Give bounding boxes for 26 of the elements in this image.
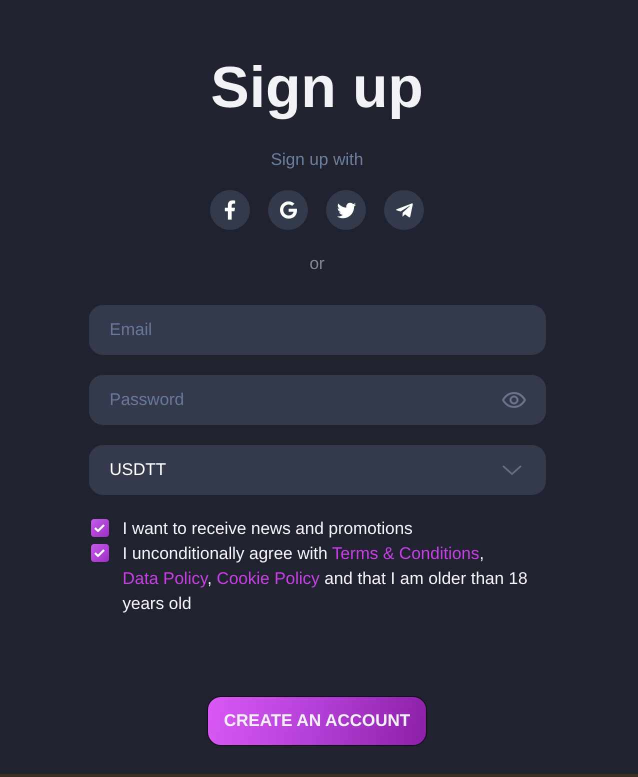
google-icon [280,201,296,219]
separator-text: or [309,253,325,275]
chevron-down-icon [502,465,522,475]
check-icon [94,549,105,557]
page-title: Sign up [210,54,424,122]
checkbox[interactable] [90,544,108,562]
consent-text: I unconditionally agree with Terms & Conditions, Data Policy, Cookie Policy and that I am older than 18 years old [122,543,529,615]
social-label: Sign up with [270,149,364,171]
paper-plane-icon [396,200,412,220]
bird-icon [336,200,356,220]
facebook-icon [224,200,236,220]
email-field[interactable]: Email [88,305,546,355]
inline-link[interactable]: Terms & Conditions [332,544,480,563]
password-field[interactable]: Password [88,375,546,425]
social-button[interactable] [326,190,366,230]
eye-icon[interactable] [502,392,526,408]
social-button[interactable] [268,190,308,230]
inline-link[interactable]: Data Policy [122,569,208,588]
social-button[interactable] [210,190,250,230]
inline-link[interactable]: Cookie Policy [216,569,320,588]
consent-text: I want to receive news and promotions [122,518,413,540]
social-button[interactable] [384,190,424,230]
create-account-button[interactable]: CREATE AN ACCOUNT [207,696,427,746]
checkbox[interactable] [90,519,108,537]
currency-select[interactable]: USDTT [88,445,546,495]
check-icon [94,524,105,532]
